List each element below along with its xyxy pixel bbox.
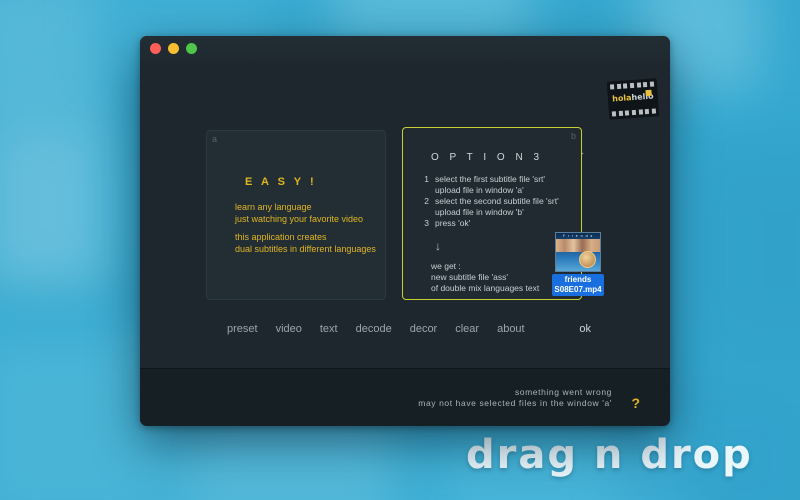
close-button[interactable]: [150, 43, 161, 54]
ok-button[interactable]: ok: [570, 320, 600, 338]
menu-item-clear[interactable]: clear: [446, 320, 488, 338]
status-message: something went wrong may not have select…: [418, 387, 612, 409]
status-message-line-2: may not have selected files in the windo…: [418, 398, 612, 408]
status-message-line-1: something went wrong: [514, 387, 612, 397]
step-number: 1: [424, 174, 429, 184]
instruction-steps: 1 select the first subtitle file 'srt' u…: [417, 174, 559, 229]
easy-line-1: learn any language: [235, 202, 312, 212]
wallpaper-drag-n-drop-text: drag n drop: [466, 432, 753, 478]
panel-b-tag: b: [570, 131, 576, 141]
desktop: drag n drop holahello ↓ ↓: [0, 0, 800, 500]
easy-title: E A S Y !: [245, 176, 317, 188]
wallpaper-blob: [700, 150, 800, 350]
logo-accent-square: [645, 89, 652, 97]
easy-line-2: just watching your favorite video: [235, 214, 364, 224]
dragged-file-name: friends S08E07.mp4: [552, 274, 604, 296]
window-content: holahello ↓ ↓ a E A S Y ! learn any lang…: [140, 61, 670, 368]
minimize-button[interactable]: [168, 43, 179, 54]
step-subtext: upload file in window 'a': [435, 185, 524, 195]
step-row: 1 select the first subtitle file 'srt': [417, 174, 559, 185]
step-row: 3 press 'ok': [417, 218, 559, 229]
step-row: 2 select the second subtitle file 'srt': [417, 196, 559, 207]
video-thumbnail: F r i e n d s: [555, 232, 601, 272]
file-name-line-2: S08E07.mp4: [554, 285, 602, 294]
menu-item-decode[interactable]: decode: [347, 320, 401, 338]
dragged-file-item[interactable]: F r i e n d s friends S08E07.mp4: [552, 232, 604, 296]
result-line-2: new subtitle file 'ass': [431, 272, 508, 282]
thumbnail-cast-band: [556, 239, 600, 252]
status-bar: something went wrong may not have select…: [140, 368, 670, 426]
menu-item-text[interactable]: text: [311, 320, 347, 338]
step-text: select the second subtitle file 'srt': [435, 196, 559, 206]
app-window: holahello ↓ ↓ a E A S Y ! learn any lang…: [140, 36, 670, 426]
drop-panel-a[interactable]: a E A S Y ! learn any language just watc…: [206, 130, 386, 300]
result-arrow-icon: ↓: [435, 239, 441, 253]
maximize-button[interactable]: [186, 43, 197, 54]
step-number: 3: [424, 218, 429, 228]
easy-description-block-2: this application creates dual subtitles …: [235, 231, 376, 255]
main-menu-bar: preset video text decode decor clear abo…: [140, 320, 670, 338]
thumbnail-frame-circle: [579, 251, 596, 268]
menu-item-preset[interactable]: preset: [218, 320, 267, 338]
menu-item-about[interactable]: about: [488, 320, 534, 338]
window-titlebar[interactable]: [140, 36, 670, 61]
film-strip-logo-icon: holahello: [606, 78, 660, 120]
menu-item-video[interactable]: video: [267, 320, 311, 338]
thumbnail-title: F r i e n d s: [562, 234, 594, 238]
easy-description-block-1: learn any language just watching your fa…: [235, 201, 363, 225]
file-name-line-1: friends: [564, 275, 592, 284]
step-text: select the first subtitle file 'srt': [435, 174, 546, 184]
help-question-icon[interactable]: ?: [631, 395, 640, 411]
step-subtext: upload file in window 'b': [435, 207, 524, 217]
result-line-1: we get :: [431, 261, 461, 271]
step-text: press 'ok': [435, 218, 471, 228]
result-block: we get : new subtitle file 'ass' of doub…: [431, 261, 539, 294]
option-title: O P T I O N 3: [431, 152, 544, 163]
easy-line-4: dual subtitles in different languages: [235, 244, 376, 254]
result-line-3: of double mix languages text: [431, 283, 540, 293]
logo-word-hola: hola: [611, 93, 632, 104]
wallpaper-blob: [0, 0, 110, 120]
menu-item-decor[interactable]: decor: [401, 320, 447, 338]
panel-a-tag: a: [212, 134, 218, 144]
step-number: 2: [424, 196, 429, 206]
wallpaper-blob: [0, 120, 110, 290]
easy-line-3: this application creates: [235, 232, 327, 242]
